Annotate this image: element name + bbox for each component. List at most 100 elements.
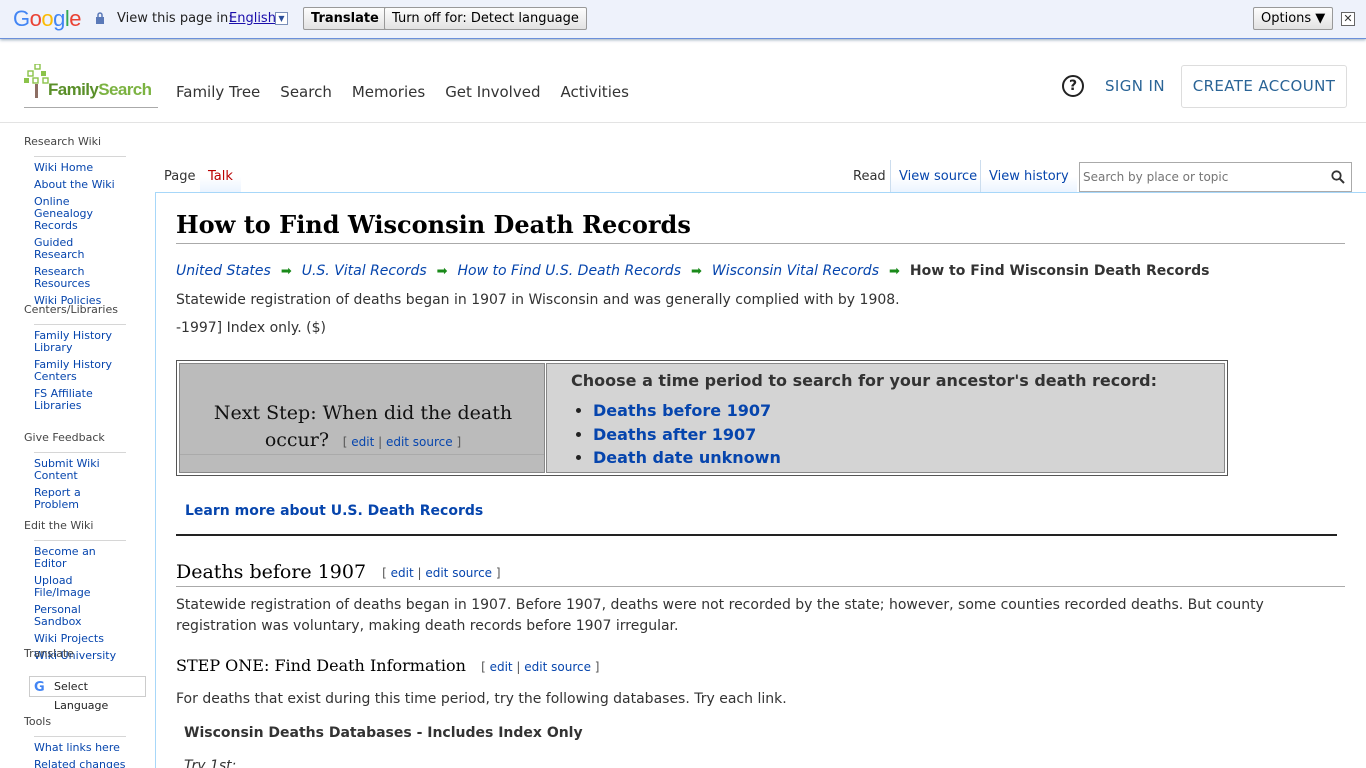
sidebar-item-submit-content[interactable]: Submit Wiki Content bbox=[34, 458, 126, 482]
link-deaths-before-1907[interactable]: Deaths before 1907 bbox=[593, 401, 771, 420]
try-first-label: Try 1st: bbox=[184, 758, 237, 768]
language-link[interactable]: English bbox=[229, 11, 276, 26]
google-logo: Google bbox=[13, 6, 82, 31]
select-language-widget[interactable]: G Select Language bbox=[29, 676, 146, 712]
sidebar-item-guided-research[interactable]: Guided Research bbox=[34, 237, 126, 261]
close-icon[interactable]: ✕ bbox=[1341, 12, 1355, 26]
learn-more-link[interactable]: Learn more about U.S. Death Records bbox=[185, 503, 483, 519]
sidebar-item-upload-file[interactable]: Upload File/Image bbox=[34, 575, 126, 599]
view-page-label: View this page in: bbox=[117, 11, 233, 26]
edit-links: [ edit | edit source ] bbox=[335, 435, 462, 449]
sidebar-item-online-records[interactable]: Online Genealogy Records bbox=[34, 196, 126, 232]
arrow-right-icon: ➡ bbox=[889, 263, 900, 279]
intro-text: Statewide registration of deaths began i… bbox=[176, 292, 900, 308]
breadcrumb-current: How to Find Wisconsin Death Records bbox=[909, 263, 1210, 279]
sidebar-list-research-wiki: Wiki Home About the Wiki Online Genealog… bbox=[34, 156, 126, 312]
main-nav: Family Tree Search Memories Get Involved… bbox=[176, 83, 629, 101]
edit-links: [ edit | edit source ] bbox=[382, 566, 501, 580]
sidebar-item-wiki-projects[interactable]: Wiki Projects bbox=[34, 633, 126, 645]
next-step-box: Next Step: When did the death occur? [ e… bbox=[176, 360, 1228, 476]
turn-off-button[interactable]: Turn off for: Detect language bbox=[384, 7, 587, 30]
site-header: FamilySearch Family Tree Search Memories… bbox=[0, 40, 1366, 123]
translate-button[interactable]: Translate bbox=[303, 7, 387, 30]
google-g-icon: G bbox=[34, 680, 45, 695]
nav-activities[interactable]: Activities bbox=[560, 83, 628, 101]
nav-memories[interactable]: Memories bbox=[352, 83, 425, 101]
select-language-label: Select Language bbox=[54, 680, 109, 712]
familysearch-logo[interactable]: FamilySearch bbox=[24, 64, 158, 108]
create-account-button[interactable]: CREATE ACCOUNT bbox=[1181, 65, 1347, 108]
section1-text: Statewide registration of deaths began i… bbox=[176, 597, 1264, 634]
link-deaths-after-1907[interactable]: Deaths after 1907 bbox=[593, 425, 756, 444]
arrow-right-icon: ➡ bbox=[691, 263, 702, 279]
nav-search[interactable]: Search bbox=[280, 83, 332, 101]
tab-read[interactable]: Read bbox=[845, 160, 894, 194]
breadcrumb-item[interactable]: U.S. Vital Records bbox=[302, 263, 427, 279]
sidebar-item-wiki-home[interactable]: Wiki Home bbox=[34, 162, 126, 174]
sidebar-item-report-problem[interactable]: Report a Problem bbox=[34, 487, 126, 511]
search-input[interactable] bbox=[1080, 163, 1320, 191]
divider bbox=[176, 534, 1337, 536]
sidebar-list-tools: What links here Related changes bbox=[34, 736, 126, 768]
cell-divider bbox=[180, 454, 544, 455]
sidebar-list-centers: Family History Library Family History Ce… bbox=[34, 324, 126, 417]
edit-source-link[interactable]: edit source bbox=[425, 566, 492, 580]
sidebar-heading-tools: Tools bbox=[24, 715, 52, 728]
nav-get-involved[interactable]: Get Involved bbox=[445, 83, 540, 101]
next-step-prompt: Choose a time period to search for your … bbox=[571, 371, 1157, 390]
sidebar-item-research-resources[interactable]: Research Resources bbox=[34, 266, 126, 290]
sidebar-heading-edit: Edit the Wiki bbox=[24, 519, 94, 532]
search-icon[interactable] bbox=[1331, 170, 1345, 184]
sidebar-item-what-links-here[interactable]: What links here bbox=[34, 742, 126, 754]
breadcrumb-item[interactable]: How to Find U.S. Death Records bbox=[458, 263, 681, 279]
index-note: -1997] Index only. ($) bbox=[176, 320, 326, 336]
next-step-options-cell: Choose a time period to search for your … bbox=[546, 363, 1225, 473]
sidebar-item-related-changes[interactable]: Related changes bbox=[34, 759, 126, 768]
translate-bar: Google View this page in: English ▼ Tran… bbox=[0, 0, 1366, 39]
list-item: Death date unknown bbox=[593, 446, 781, 470]
tab-page[interactable]: Page bbox=[156, 160, 204, 194]
arrow-right-icon: ➡ bbox=[280, 263, 292, 279]
edit-link[interactable]: edit bbox=[490, 660, 513, 674]
sidebar-item-fh-library[interactable]: Family History Library bbox=[34, 330, 126, 354]
nav-family-tree[interactable]: Family Tree bbox=[176, 83, 260, 101]
sidebar-item-fh-centers[interactable]: Family History Centers bbox=[34, 359, 126, 383]
arrow-right-icon: ➡ bbox=[436, 263, 448, 279]
sidebar: Research Wiki Wiki Home About the Wiki O… bbox=[0, 124, 155, 768]
tab-view-source[interactable]: View source bbox=[890, 160, 986, 193]
breadcrumb: United States ➡ U.S. Vital Records ➡ How… bbox=[176, 263, 1209, 279]
edit-links: [ edit | edit source ] bbox=[481, 659, 600, 674]
page-title: How to Find Wisconsin Death Records bbox=[176, 210, 1345, 244]
next-step-question: Next Step: When did the death occur? [ e… bbox=[213, 402, 513, 451]
sidebar-item-about-wiki[interactable]: About the Wiki bbox=[34, 179, 126, 191]
sidebar-item-become-editor[interactable]: Become an Editor bbox=[34, 546, 126, 570]
sign-in-link[interactable]: SIGN IN bbox=[1105, 77, 1165, 95]
sidebar-heading-feedback: Give Feedback bbox=[24, 431, 105, 444]
tree-icon bbox=[24, 64, 49, 98]
options-button[interactable]: Options ▼ bbox=[1253, 7, 1334, 30]
lock-icon bbox=[96, 12, 104, 24]
step-one-text: For deaths that exist during this time p… bbox=[176, 691, 787, 707]
edit-source-link[interactable]: edit source bbox=[386, 435, 453, 449]
edit-link[interactable]: edit bbox=[391, 566, 414, 580]
list-item: Deaths before 1907 bbox=[593, 399, 781, 423]
sidebar-heading-centers: Centers/Libraries bbox=[24, 303, 118, 316]
edit-source-link[interactable]: edit source bbox=[524, 660, 591, 674]
help-icon[interactable]: ? bbox=[1062, 75, 1084, 97]
time-period-list: Deaths before 1907 Deaths after 1907 Dea… bbox=[593, 399, 781, 470]
language-dropdown-icon[interactable]: ▼ bbox=[275, 12, 288, 25]
sidebar-item-affiliate-libraries[interactable]: FS Affiliate Libraries bbox=[34, 388, 126, 412]
edit-link[interactable]: edit bbox=[351, 435, 374, 449]
section-heading-deaths-before-1907: Deaths before 1907 [ edit | edit source … bbox=[176, 561, 1345, 587]
link-death-date-unknown[interactable]: Death date unknown bbox=[593, 448, 781, 467]
tab-view-history[interactable]: View history bbox=[980, 160, 1077, 193]
section-heading-step-one: STEP ONE: Find Death Information [ edit … bbox=[176, 656, 600, 675]
databases-title: Wisconsin Deaths Databases - Includes In… bbox=[184, 725, 583, 741]
logo-wordmark: FamilySearch bbox=[48, 80, 152, 99]
tab-talk[interactable]: Talk bbox=[200, 160, 241, 193]
sidebar-item-personal-sandbox[interactable]: Personal Sandbox bbox=[34, 604, 126, 628]
search-box bbox=[1079, 162, 1352, 192]
breadcrumb-item[interactable]: United States bbox=[176, 263, 271, 279]
sidebar-list-feedback: Submit Wiki Content Report a Problem bbox=[34, 452, 126, 516]
breadcrumb-item[interactable]: Wisconsin Vital Records bbox=[712, 263, 879, 279]
